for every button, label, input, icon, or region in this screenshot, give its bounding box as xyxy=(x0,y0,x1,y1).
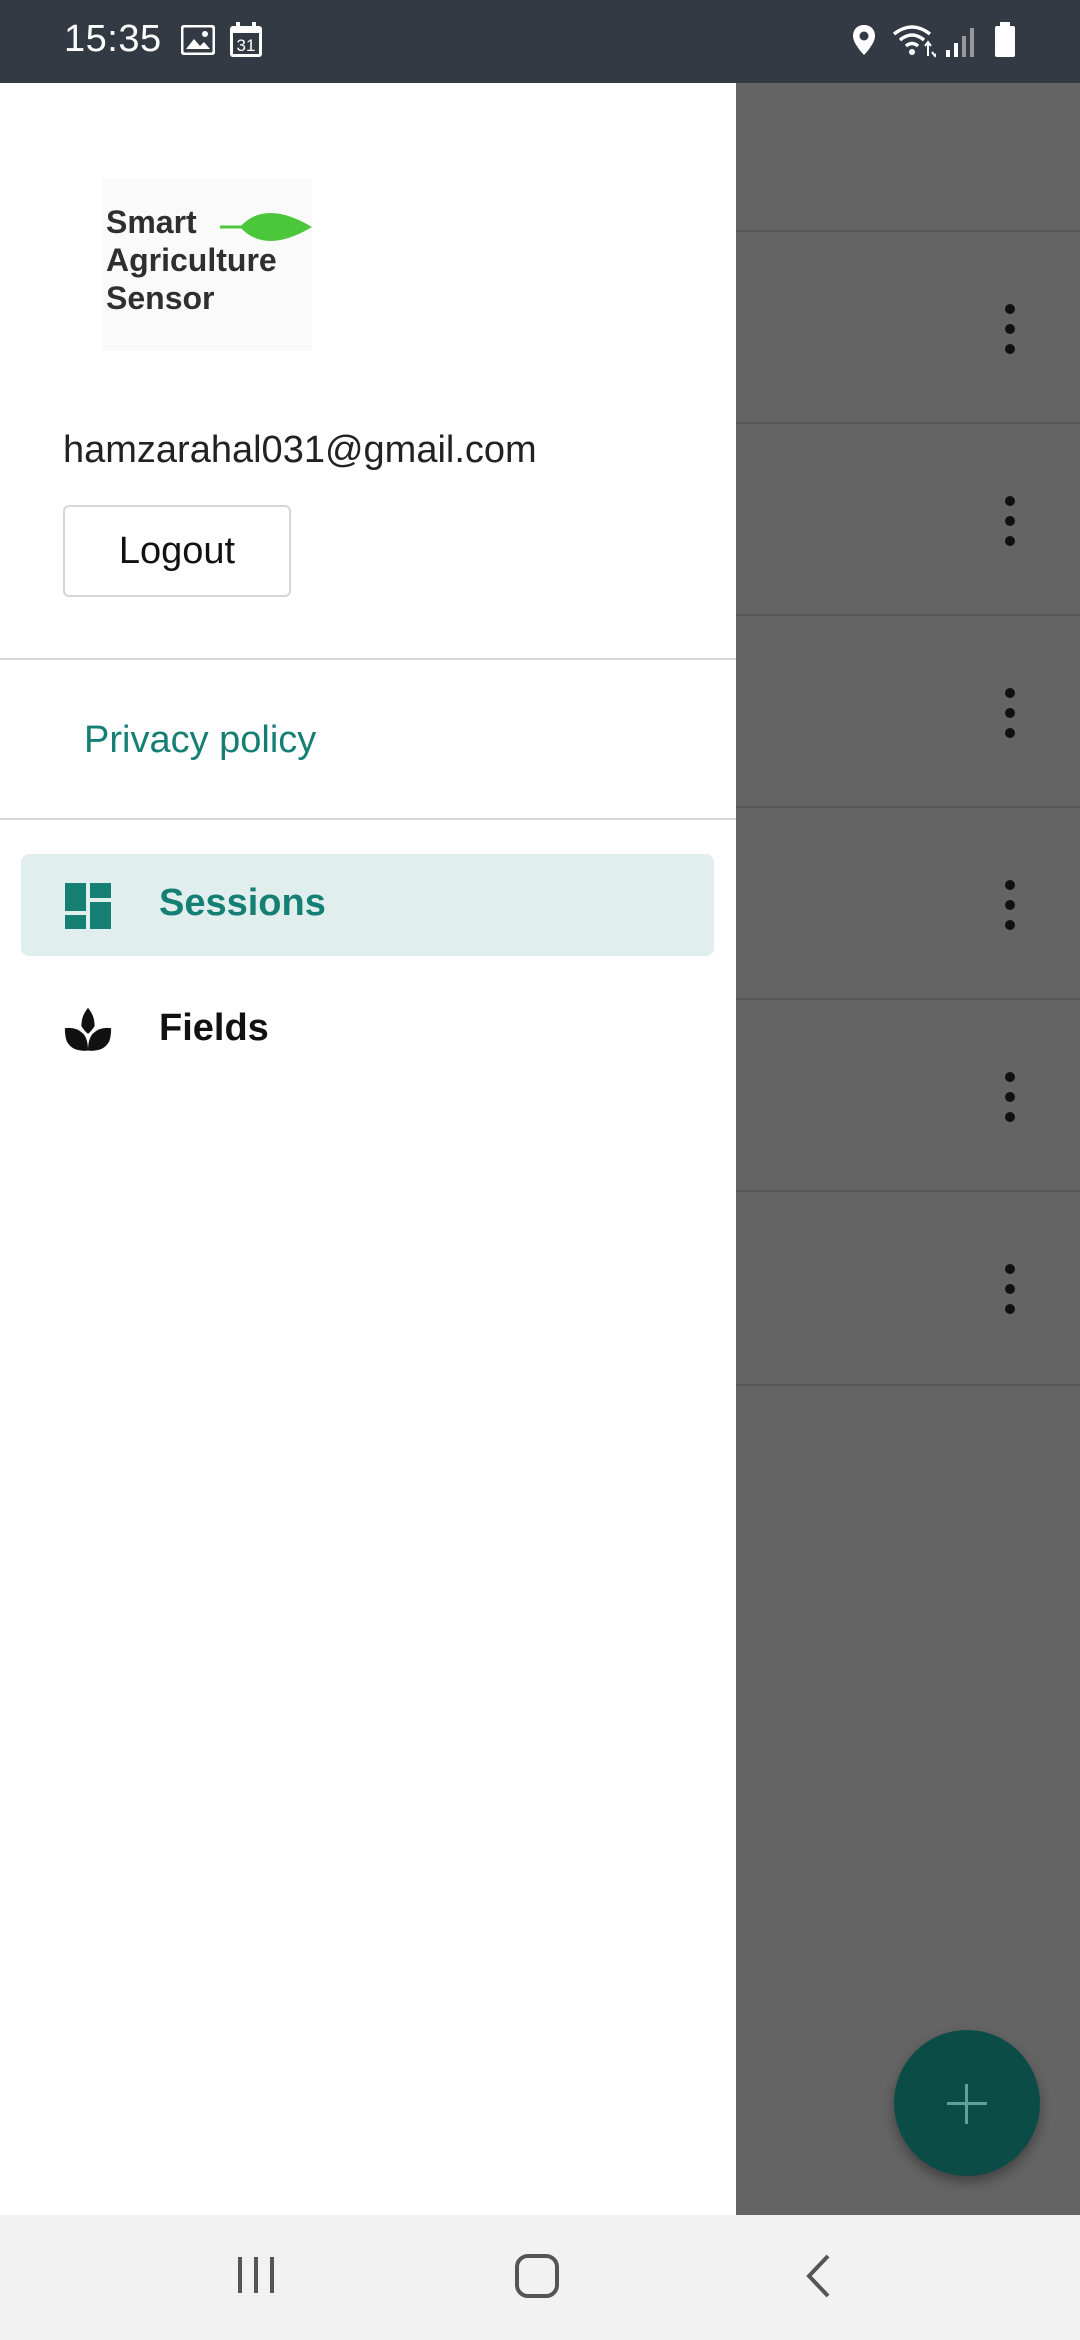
divider xyxy=(0,658,736,660)
nav-item-sessions[interactable]: Sessions xyxy=(21,854,714,956)
list-item xyxy=(736,422,1080,616)
status-bar: 15:35 31 xyxy=(0,0,1080,83)
logo-line-smart: Smart xyxy=(106,204,197,240)
add-button[interactable] xyxy=(894,2030,1040,2176)
battery-icon xyxy=(995,22,1015,57)
privacy-policy-link[interactable]: Privacy policy xyxy=(84,719,316,762)
recent-apps-icon[interactable] xyxy=(236,2253,276,2297)
dashboard-icon xyxy=(65,883,111,929)
status-time: 15:35 xyxy=(64,18,162,60)
list-item xyxy=(736,614,1080,808)
nav-item-label: Sessions xyxy=(159,882,326,924)
background-scrim[interactable] xyxy=(736,83,1080,2215)
spa-icon xyxy=(64,1007,112,1051)
image-icon xyxy=(181,25,215,55)
wifi-icon xyxy=(892,25,936,58)
signal-icon xyxy=(946,28,974,57)
leaf-icon xyxy=(220,213,312,241)
calendar-icon: 31 xyxy=(230,22,262,57)
more-vert-icon[interactable] xyxy=(1004,1264,1016,1314)
list-item xyxy=(736,230,1080,424)
back-icon[interactable] xyxy=(804,2253,832,2299)
list-item xyxy=(736,998,1080,1192)
list-item xyxy=(736,1190,1080,1386)
logo-line-sensor: Sensor xyxy=(106,280,215,316)
more-vert-icon[interactable] xyxy=(1004,304,1016,354)
logout-button[interactable]: Logout xyxy=(63,505,291,597)
user-email: hamzarahal031@gmail.com xyxy=(63,429,537,471)
nav-item-fields[interactable]: Fields xyxy=(21,979,714,1081)
system-nav-bar xyxy=(0,2215,1080,2340)
nav-item-label: Fields xyxy=(159,1007,269,1049)
calendar-day: 31 xyxy=(237,36,256,55)
more-vert-icon[interactable] xyxy=(1004,496,1016,546)
divider xyxy=(0,818,736,820)
home-icon[interactable] xyxy=(514,2253,560,2299)
location-icon xyxy=(853,25,875,55)
app-logo: Smart Agriculture Sensor xyxy=(102,179,312,351)
list-item xyxy=(736,806,1080,1000)
more-vert-icon[interactable] xyxy=(1004,880,1016,930)
more-vert-icon[interactable] xyxy=(1004,688,1016,738)
navigation-drawer: Smart Agriculture Sensor hamzarahal031@g… xyxy=(0,83,736,2215)
more-vert-icon[interactable] xyxy=(1004,1072,1016,1122)
